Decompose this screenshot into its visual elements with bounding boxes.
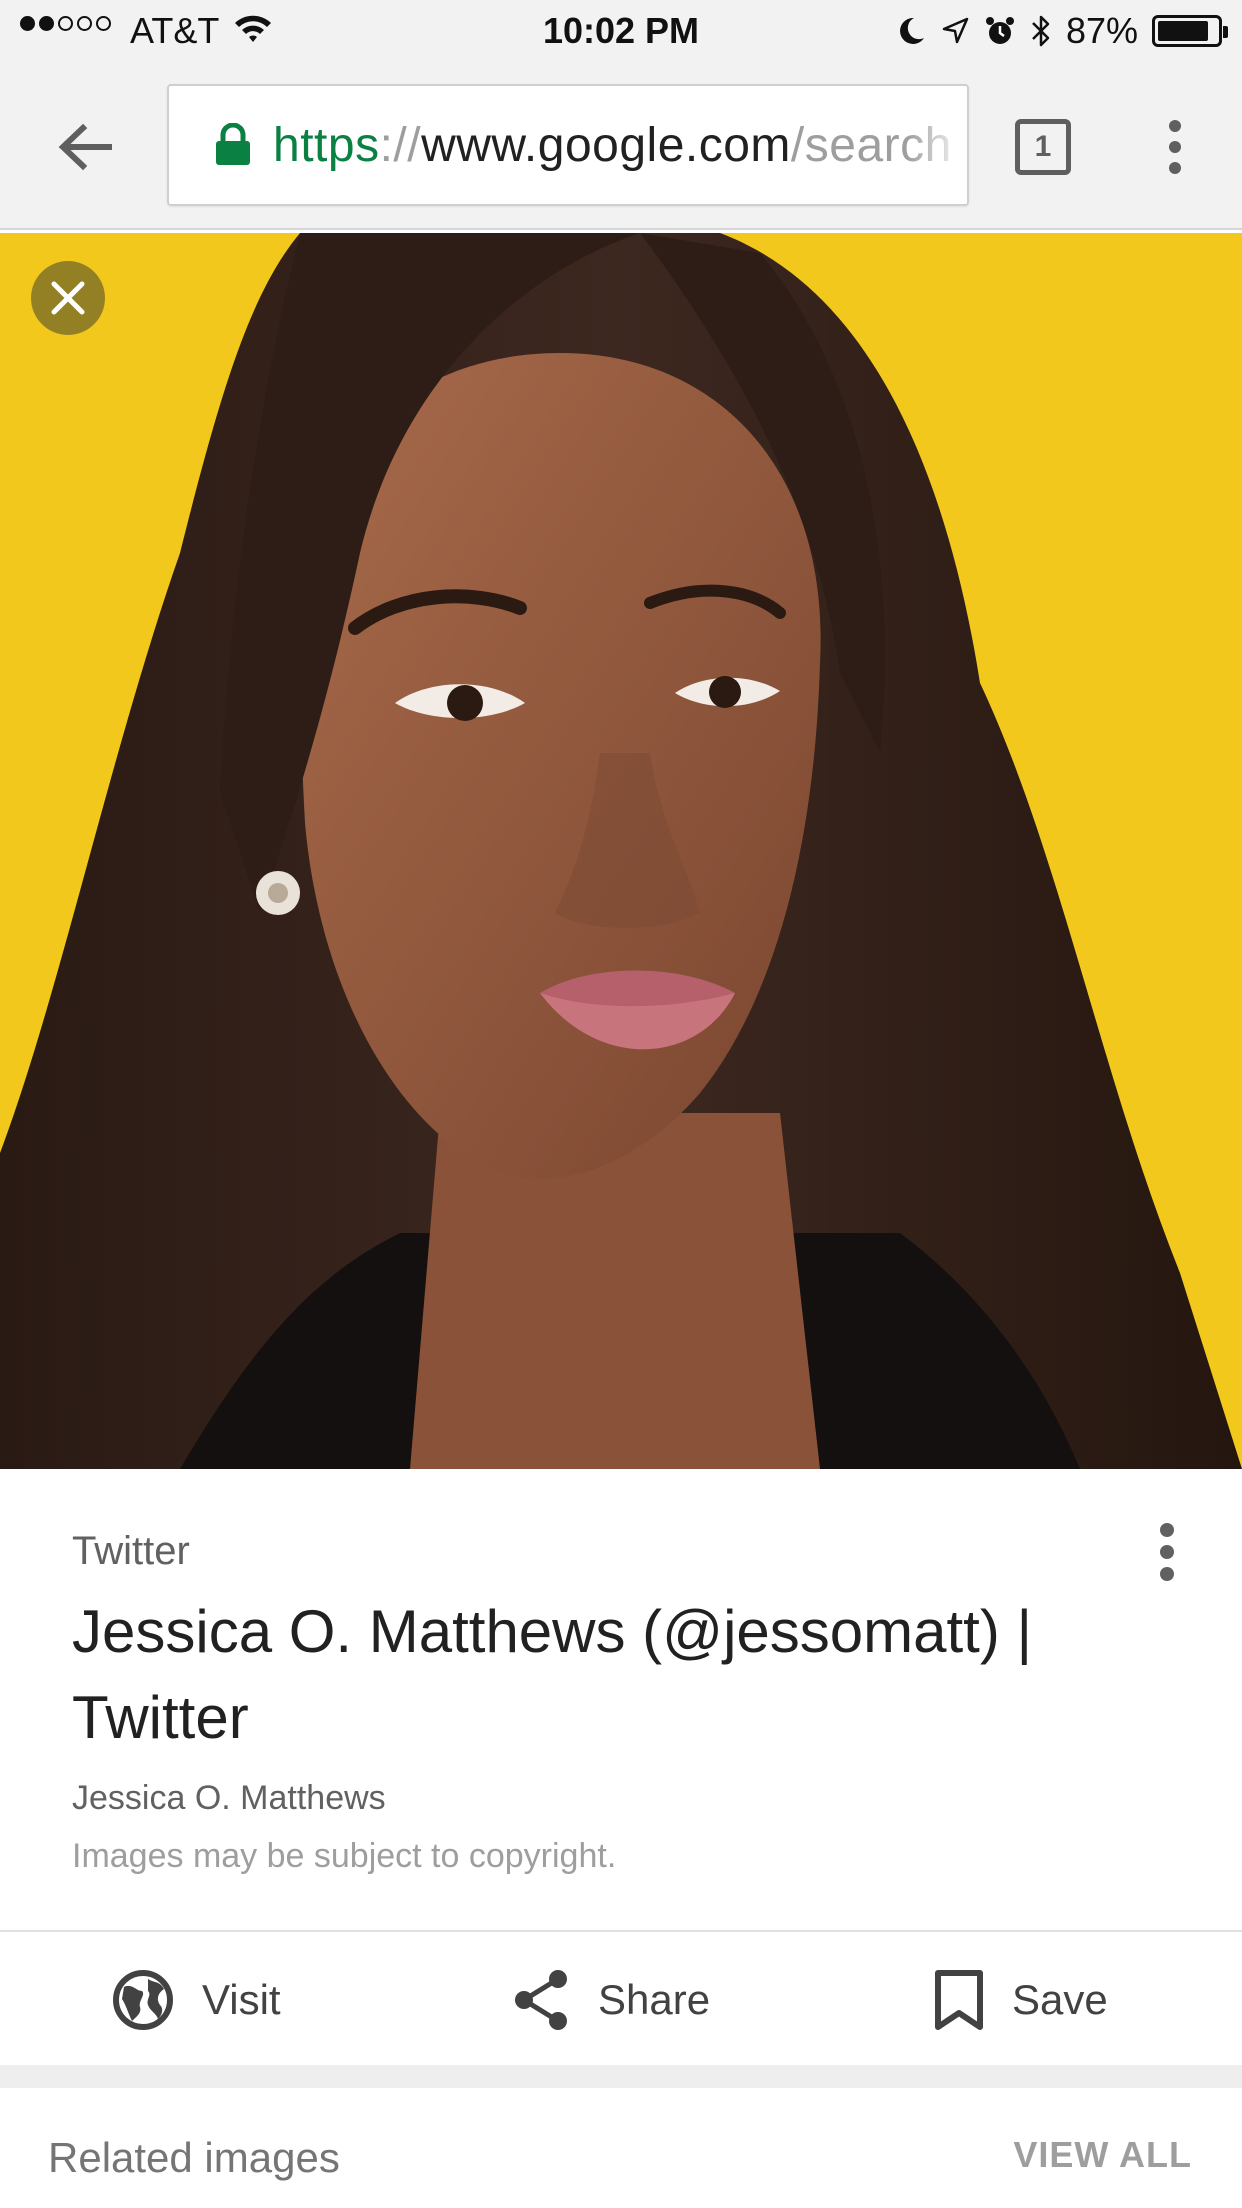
action-bar: Visit Share Save [0, 1930, 1242, 2065]
result-image [0, 233, 1242, 1469]
share-button[interactable]: Share [512, 1932, 710, 2067]
tab-switcher-button[interactable]: 1 [1015, 119, 1071, 175]
url-fade [907, 86, 967, 204]
more-vert-icon[interactable] [1155, 114, 1195, 180]
lock-icon [216, 123, 250, 165]
related-images-section: Related images VIEW ALL [0, 2088, 1242, 2208]
save-label: Save [1012, 1975, 1108, 2023]
bookmark-icon [935, 1969, 983, 2030]
battery-icon [1152, 15, 1228, 47]
view-all-link[interactable]: VIEW ALL [1013, 2134, 1192, 2176]
close-image-button[interactable] [31, 261, 105, 335]
browser-toolbar: https://www.google.com/search 1 [0, 62, 1242, 230]
arrow-back-icon [58, 123, 112, 171]
alarm-clock-icon [985, 17, 1014, 44]
location-arrow-icon [942, 17, 969, 44]
battery-percent: 87% [1065, 10, 1138, 51]
more-vert-icon[interactable] [1152, 1519, 1182, 1585]
related-images-heading: Related images [48, 2134, 340, 2181]
close-icon [51, 281, 85, 315]
source-name: Twitter [72, 1529, 190, 1573]
image-subtitle: Jessica O. Matthews [72, 1779, 386, 1817]
back-button[interactable] [52, 114, 118, 180]
visit-label: Visit [202, 1975, 281, 2023]
image-info-panel: Twitter Jessica O. Matthews (@jessomatt)… [0, 1469, 1242, 1930]
status-bar: AT&T 10:02 PM 87% [0, 0, 1242, 62]
bluetooth-icon [1032, 15, 1050, 47]
visit-button[interactable]: Visit [112, 1932, 281, 2067]
copyright-notice: Images may be subject to copyright. [72, 1837, 617, 1875]
address-bar[interactable]: https://www.google.com/search [167, 84, 969, 206]
url-scheme: https [273, 118, 380, 172]
url-separator: :// [379, 118, 422, 172]
share-label: Share [598, 1975, 711, 2023]
url-text: https://www.google.com/search [273, 118, 952, 173]
moon-icon [900, 17, 924, 44]
page-title-link[interactable]: Jessica O. Matthews (@jessomatt) | Twitt… [72, 1589, 1072, 1761]
save-button[interactable]: Save [934, 1932, 1108, 2067]
url-host: www.google.com [421, 118, 791, 172]
globe-icon [113, 1969, 173, 2030]
section-divider [0, 2065, 1242, 2088]
share-icon [515, 1969, 567, 2030]
